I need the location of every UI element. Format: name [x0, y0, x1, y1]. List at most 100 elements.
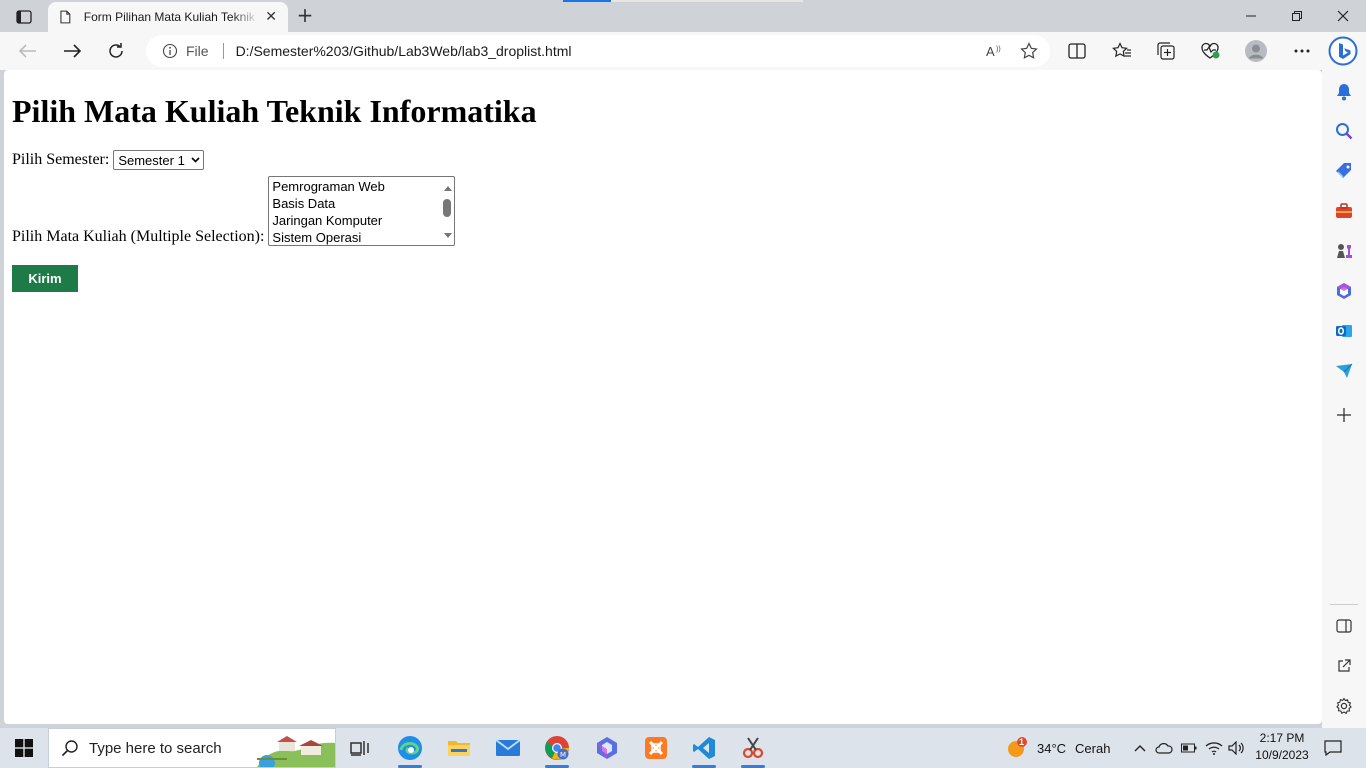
page-viewport: Pilih Mata Kuliah Teknik Informatika Pil… [4, 70, 1322, 724]
taskbar-edge[interactable] [386, 728, 434, 768]
folder-icon [448, 741, 470, 756]
matkul-option[interactable]: Jaringan Komputer [272, 212, 451, 229]
taskbar-microsoft-365[interactable] [583, 728, 631, 768]
edge-sidebar [1322, 70, 1366, 728]
xampp-icon [645, 737, 667, 759]
taskbar-xampp[interactable] [632, 728, 680, 768]
matkul-row: Pilih Mata Kuliah (Multiple Selection): … [12, 176, 1314, 246]
open-external-icon[interactable] [1334, 656, 1354, 676]
chevron-up-icon [1134, 745, 1146, 752]
minimize-button[interactable] [1228, 0, 1274, 32]
bing-copilot-button[interactable] [1328, 36, 1358, 66]
collections-button[interactable] [1153, 39, 1179, 63]
info-icon[interactable] [162, 43, 178, 59]
matkul-option[interactable]: Sistem Operasi [272, 229, 451, 246]
clock-date: 10/9/2023 [1255, 748, 1309, 762]
volume-icon[interactable] [1228, 728, 1246, 768]
chevron-down-icon [191, 155, 200, 165]
avatar-icon [1245, 40, 1267, 62]
forward-button[interactable] [59, 39, 85, 63]
taskbar-file-explorer[interactable] [435, 728, 483, 768]
favorites-icon [1112, 42, 1131, 58]
file-label: File [186, 43, 209, 59]
weather-condition: Cerah [1075, 740, 1111, 756]
wifi-icon[interactable] [1205, 728, 1223, 768]
restore-button[interactable] [1274, 0, 1320, 32]
address-separator [222, 43, 224, 59]
refresh-icon [109, 43, 123, 58]
tab-title: Form Pilihan Mata Kuliah Teknik Informat… [83, 10, 259, 24]
svg-text:M: M [560, 751, 566, 759]
address-bar[interactable]: File D:/Semester%203/Github/Lab3Web/lab3… [146, 35, 1050, 67]
taskbar-chrome[interactable]: M [533, 728, 581, 768]
drop-send-icon[interactable] [1334, 361, 1354, 381]
settings-more-button[interactable] [1289, 39, 1315, 63]
chrome-icon: M [545, 736, 569, 760]
submit-button[interactable]: Kirim [12, 265, 78, 292]
semester-select[interactable]: Semester 1 [113, 150, 205, 170]
svg-text:A: A [986, 44, 995, 59]
sidebar-divider [1330, 604, 1358, 605]
semester-selected-value: Semester 1 [118, 152, 185, 168]
loading-indicator [563, 0, 611, 2]
read-aloud-icon[interactable]: A)) [982, 39, 1008, 63]
profile-button[interactable] [1243, 39, 1269, 63]
hide-sidebar-icon[interactable] [1334, 616, 1354, 636]
tab-actions-icon[interactable] [10, 6, 38, 28]
close-tab-icon[interactable]: ✕ [264, 10, 278, 24]
games-chess-icon[interactable] [1334, 241, 1354, 261]
url-text[interactable]: D:/Semester%203/Github/Lab3Web/lab3_drop… [236, 43, 982, 59]
matkul-option[interactable]: Pemrograman Web [272, 178, 451, 195]
tools-briefcase-icon[interactable] [1334, 201, 1354, 221]
refresh-button[interactable] [103, 39, 129, 63]
weather-widget[interactable]: 1 34°C Cerah [1004, 728, 1110, 768]
start-button[interactable] [0, 728, 48, 768]
heart-pulse-icon [1201, 42, 1220, 59]
task-view-icon [350, 741, 369, 756]
outlook-icon[interactable] [1334, 321, 1354, 341]
browser-essentials-button[interactable] [1197, 39, 1223, 63]
favorites-button[interactable] [1109, 39, 1135, 63]
page-title: Pilih Mata Kuliah Teknik Informatika [12, 93, 537, 129]
onedrive-icon[interactable] [1155, 728, 1173, 768]
matkul-label: Pilih Mata Kuliah (Multiple Selection): [12, 228, 265, 245]
listbox-scrollbar[interactable] [441, 178, 453, 244]
semester-label: Pilih Semester: [12, 151, 110, 168]
task-view-button[interactable] [336, 728, 384, 768]
show-hidden-icons-button[interactable] [1131, 728, 1149, 768]
chat-bubble-icon [1324, 740, 1342, 756]
close-window-button[interactable] [1320, 0, 1366, 32]
shopping-tag-icon[interactable] [1334, 161, 1354, 181]
sidebar-settings-gear-icon[interactable] [1334, 696, 1354, 716]
notification-center-button[interactable] [1324, 728, 1342, 768]
taskbar-clock[interactable]: 2:17 PM 10/9/2023 [1250, 730, 1314, 764]
new-tab-button[interactable]: + [294, 5, 316, 27]
add-sidebar-app-icon[interactable] [1334, 405, 1354, 425]
edge-browser-icon [398, 736, 422, 760]
bing-icon [1328, 36, 1358, 66]
taskbar-search-box[interactable]: Type here to search [48, 728, 336, 768]
taskbar-snipping-tool[interactable] [729, 728, 777, 768]
matkul-option[interactable]: Basis Data [272, 195, 451, 212]
back-button[interactable] [15, 39, 41, 63]
search-icon[interactable] [1334, 121, 1354, 141]
active-tab[interactable]: Form Pilihan Mata Kuliah Teknik Informat… [48, 2, 288, 32]
taskbar-vscode[interactable] [680, 728, 728, 768]
scroll-thumb[interactable] [443, 199, 452, 217]
favorite-star-icon[interactable] [1016, 39, 1042, 63]
matkul-multi-select[interactable]: Pemrograman Web Basis Data Jaringan Komp… [268, 176, 456, 246]
split-screen-button[interactable] [1064, 39, 1090, 63]
battery-icon[interactable] [1181, 728, 1197, 768]
scroll-up-icon[interactable] [444, 186, 453, 191]
taskbar-mail[interactable] [484, 728, 532, 768]
weather-temp: 34°C [1037, 740, 1067, 756]
scroll-down-icon[interactable] [444, 233, 453, 238]
page-content: Pilih Mata Kuliah Teknik Informatika Pil… [4, 70, 1322, 300]
notification-bell-icon[interactable] [1334, 82, 1354, 102]
weather-badge: 1 [1019, 737, 1025, 747]
windows-logo-icon [15, 739, 33, 757]
microsoft-365-icon[interactable] [1334, 281, 1354, 301]
search-highlight-illustration [257, 736, 335, 767]
mail-envelope-icon [495, 739, 521, 756]
tab-strip: Form Pilihan Mata Kuliah Teknik Informat… [0, 0, 1366, 32]
